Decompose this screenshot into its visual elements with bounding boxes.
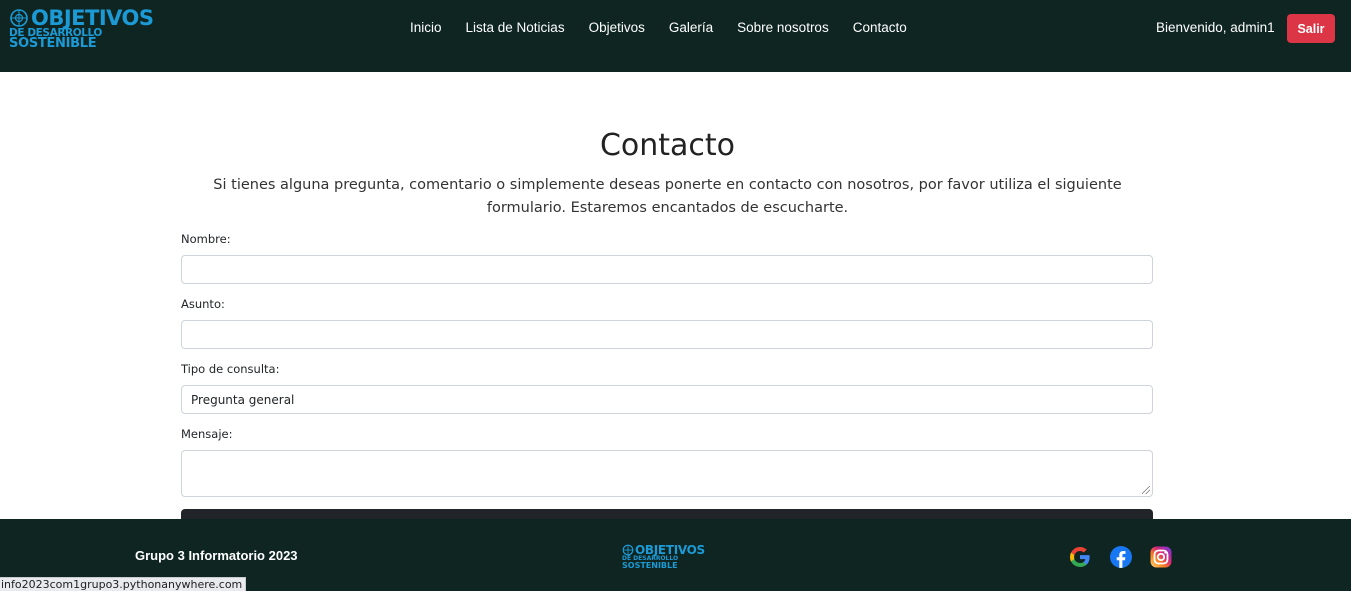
intro-text: Si tienes alguna pregunta, comentario o …	[213, 177, 1122, 216]
instagram-icon[interactable]	[1149, 545, 1173, 569]
footer-sdg-logo: OBJETIVOS DE DESARROLLO SOSTENIBLE	[622, 543, 717, 573]
type-label: Tipo de consulta:	[181, 362, 280, 376]
nav-galeria[interactable]: Galería	[657, 18, 725, 38]
logout-button[interactable]: Salir	[1287, 14, 1335, 43]
page-title: Contacto	[599, 128, 736, 163]
welcome-text: Bienvenido, admin1	[1156, 20, 1275, 35]
message-textarea[interactable]	[181, 450, 1153, 497]
type-select[interactable]: Pregunta general	[181, 385, 1153, 414]
footer-text: Grupo 3 Informatorio 2023	[135, 548, 298, 563]
nav-sobre-nosotros[interactable]: Sobre nosotros	[725, 18, 841, 38]
navbar: OBJETIVOS DE DESARROLLO SOSTENIBLE Inici…	[0, 0, 1351, 72]
subject-input[interactable]	[181, 320, 1153, 349]
nav-inicio[interactable]: Inicio	[398, 18, 454, 38]
nav-lista-de-noticias[interactable]: Lista de Noticias	[454, 18, 577, 38]
main-nav: Inicio Lista de Noticias Objetivos Galer…	[398, 18, 919, 38]
google-icon[interactable]	[1068, 545, 1092, 569]
status-bar-url: info2023com1grupo3.pythonanywhere.com	[0, 577, 247, 591]
nav-objetivos[interactable]: Objetivos	[577, 18, 657, 38]
sdg-logo[interactable]: OBJETIVOS DE DESARROLLO SOSTENIBLE	[9, 6, 159, 52]
name-label: Nombre:	[181, 232, 231, 246]
footer-logo-bottom-line: SOSTENIBLE	[622, 561, 678, 570]
name-input[interactable]	[181, 255, 1153, 284]
message-label: Mensaje:	[181, 427, 233, 441]
footer-un-emblem-icon	[622, 544, 634, 555]
resize-grip-icon[interactable]	[1142, 486, 1150, 494]
logo-bottom-line: SOSTENIBLE	[9, 36, 97, 51]
subject-label: Asunto:	[181, 297, 225, 311]
nav-contacto[interactable]: Contacto	[841, 18, 919, 38]
type-selected-value: Pregunta general	[191, 392, 295, 407]
facebook-icon[interactable]	[1109, 545, 1133, 569]
un-emblem-icon	[10, 9, 28, 27]
